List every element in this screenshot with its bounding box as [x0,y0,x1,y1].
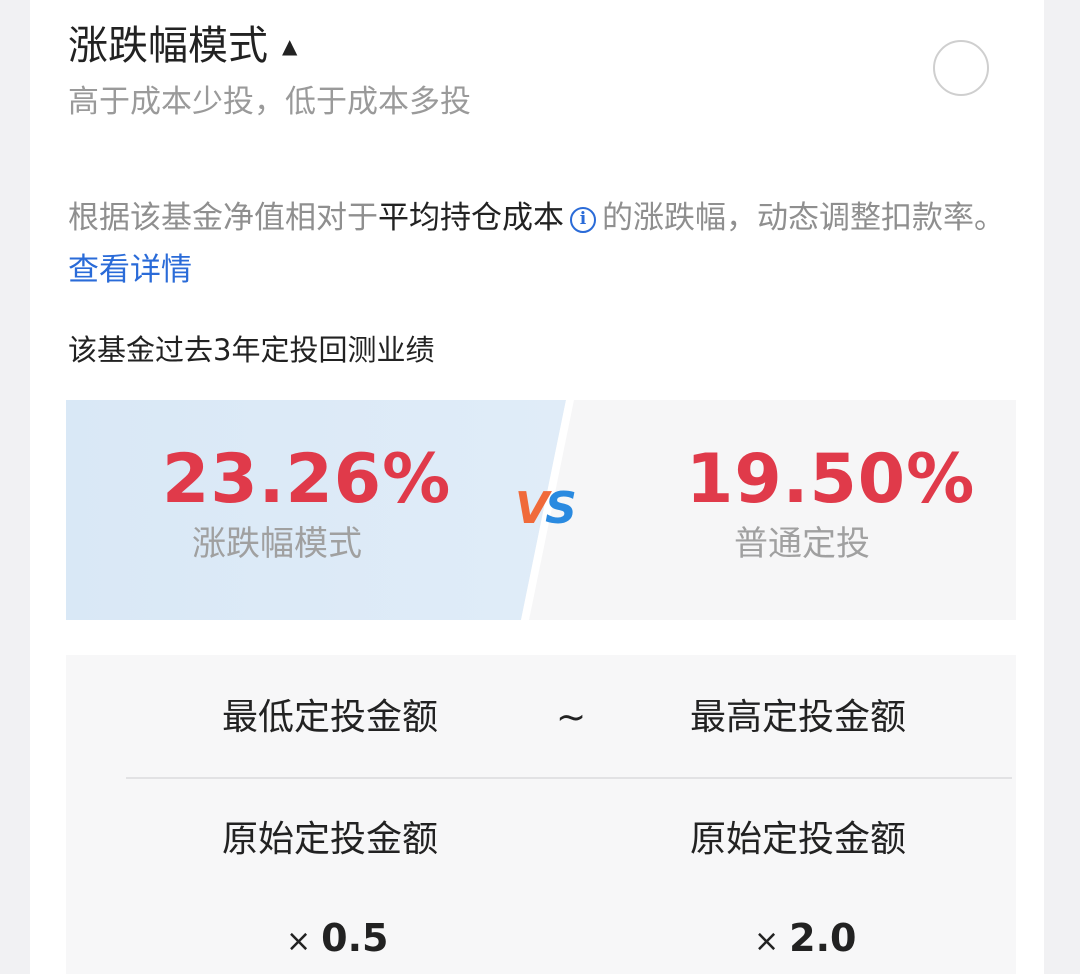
max-multiplier: × 2.0 [754,916,857,960]
description-text-2: 的涨跌幅，动态调整扣款率。 [602,200,1005,236]
table-divider [126,777,1012,779]
mode-radio-button[interactable] [933,40,989,96]
max-amount-label: 最高定投金额 [690,697,907,738]
mode-description: 根据该基金净值相对于平均持仓成本 i 的涨跌幅，动态调整扣款率。查看详情 [68,192,1008,296]
times-icon: × [286,924,312,959]
base-amount-left: 原始定投金额 [222,819,439,860]
average-cost-term: 平均持仓成本 [378,200,564,236]
regular-return-label: 普通定投 [734,524,870,564]
view-details-link[interactable]: 查看详情 [68,252,192,288]
description-text-1: 根据该基金净值相对于 [68,200,378,236]
regular-return-value: 19.50% [686,440,976,519]
min-multiplier: × 0.5 [286,916,389,960]
backtest-title: 该基金过去3年定投回测业绩 [68,333,435,367]
caret-up-icon[interactable]: ▲ [282,18,297,74]
base-amount-right: 原始定投金额 [690,819,907,860]
mode-subtitle: 高于成本少投，低于成本多投 [68,84,471,120]
mode-title: 涨跌幅模式 [68,23,268,69]
info-icon[interactable]: i [570,206,596,233]
min-amount-label: 最低定投金额 [222,697,439,738]
mode-return-value: 23.26% [162,440,452,519]
backtest-comparison: 23.26% 涨跌幅模式 VS 19.50% 普通定投 [66,400,1016,620]
mode-title-row[interactable]: 涨跌幅模式 ▲ [68,18,297,74]
times-icon: × [754,924,780,959]
range-separator: ~ [556,697,587,738]
amount-range-table: 最低定投金额 ~ 最高定投金额 原始定投金额 原始定投金额 × 0.5 × 2.0 [66,655,1016,974]
mode-return-label: 涨跌幅模式 [192,524,362,564]
mode-card: 涨跌幅模式 ▲ 高于成本少投，低于成本多投 根据该基金净值相对于平均持仓成本 i 的… [30,0,1044,974]
vs-icon: VS [515,483,577,534]
